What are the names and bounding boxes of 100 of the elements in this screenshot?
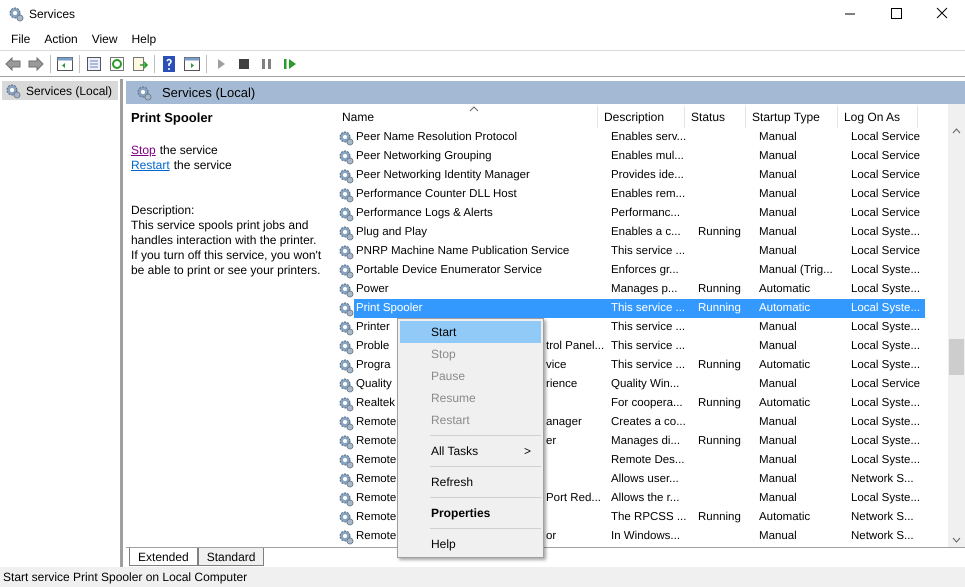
table-cell: Manual <box>759 472 797 485</box>
service-icon <box>338 434 354 450</box>
service-icon <box>338 262 354 278</box>
gear-icon <box>5 82 21 98</box>
column-header[interactable]: Description <box>598 106 685 128</box>
menu-item[interactable]: Refresh <box>400 471 541 493</box>
action-pane-icon[interactable] <box>183 54 201 72</box>
service-icon <box>338 244 354 260</box>
table-cell: Running <box>698 434 741 447</box>
table-row[interactable]: Peer Name Resolution Protocol Enables serv... Manual Local Service <box>354 128 925 147</box>
table-cell: Quality <box>356 378 392 390</box>
table-row[interactable]: Power Manages p... Running Automatic Local Syste... <box>354 280 925 299</box>
menu-item[interactable]: View <box>84 30 124 48</box>
menu-item[interactable]: All Tasks > <box>400 440 541 462</box>
table-cell: Local Syste... <box>851 264 920 276</box>
table-cell: Local Syste... <box>851 492 920 504</box>
table-row[interactable]: Plug and Play Enables a c... Running Manual Local Syste... <box>354 223 925 242</box>
table-cell: Local Syste... <box>851 282 920 295</box>
column-header[interactable]: Startup Type <box>746 106 838 128</box>
table-row[interactable]: Portable Device Enumerator Service Enforces gr... Manual (Trig... Local Syste... <box>354 261 925 280</box>
table-cell: Provides ide... <box>611 168 684 181</box>
table-cell: Peer Networking Grouping <box>356 150 492 162</box>
table-cell: Enables a c... <box>611 226 681 238</box>
menu-item[interactable]: Action <box>37 30 85 48</box>
table-cell: rience <box>546 378 578 390</box>
column-header[interactable]: Status <box>685 106 746 128</box>
service-title: Print Spooler <box>131 110 214 125</box>
table-cell: Manual <box>759 150 797 162</box>
column-header[interactable]: Log On As <box>838 106 918 128</box>
action-text: the service <box>160 143 218 158</box>
description-label: Description: <box>131 203 196 218</box>
table-row[interactable]: Peer Networking Identity Manager Provides ide... Manual Local Service <box>354 166 925 185</box>
table-cell: Network S... <box>851 530 914 542</box>
menu-item[interactable]: Start <box>400 321 541 343</box>
table-cell: Portable Device Enumerator Service <box>356 264 542 276</box>
column-header[interactable]: Name <box>328 106 598 128</box>
table-cell: This service ... <box>611 302 686 314</box>
table-cell: or <box>546 530 556 542</box>
service-action-link[interactable]: Restart <box>131 158 170 173</box>
table-cell: Power <box>356 282 389 295</box>
service-icon <box>338 376 354 392</box>
table-cell: The RPCSS ... <box>611 510 686 523</box>
export-icon[interactable] <box>131 54 149 72</box>
table-cell: This service ... <box>611 320 686 333</box>
menu-item[interactable]: Properties <box>400 502 541 524</box>
menu-item[interactable]: Help <box>400 533 541 555</box>
table-cell: Manual <box>759 320 797 333</box>
table-cell: Local Syste... <box>851 396 920 409</box>
refresh-icon[interactable] <box>108 54 126 72</box>
service-icon <box>338 452 354 468</box>
view-tab[interactable]: Standard <box>198 548 264 566</box>
table-row[interactable]: Performance Counter DLL Host Enables rem... Manual Local Service <box>354 185 925 204</box>
table-cell: Local Syste... <box>851 358 920 371</box>
table-cell: vice <box>546 358 566 371</box>
service-icon <box>338 396 354 412</box>
scrollbar[interactable] <box>948 104 965 547</box>
table-cell: Print Spooler <box>356 302 422 314</box>
tree-item[interactable]: Services (Local) <box>2 81 118 100</box>
properties-icon[interactable] <box>85 54 103 72</box>
table-cell: Quality Win... <box>611 378 680 390</box>
service-icon <box>338 168 354 184</box>
help-icon[interactable] <box>160 54 178 72</box>
table-cell: Automatic <box>759 282 810 295</box>
status-text: Start service Print Spooler on Local Computer <box>3 569 248 586</box>
table-cell: Enables serv... <box>611 130 686 143</box>
scroll-up-icon[interactable] <box>952 128 961 134</box>
table-row[interactable]: Peer Networking Grouping Enables mul... Manual Local Service <box>354 147 925 166</box>
table-row[interactable]: PNRP Machine Name Publication Service This service ... Manual Local Service <box>354 242 925 261</box>
service-icon <box>338 130 354 146</box>
table-cell: Manual <box>759 340 797 352</box>
back-arrow-icon[interactable] <box>4 54 22 72</box>
table-cell: Local Service <box>851 150 920 162</box>
service-icon <box>338 472 354 488</box>
table-cell: Proble <box>356 340 390 352</box>
table-cell: Remote <box>356 530 396 542</box>
table-row[interactable]: Performance Logs & Alerts Performanc... Manual Local Service <box>354 204 925 223</box>
table-cell: Printer <box>356 320 390 333</box>
table-cell: Manual (Trig... <box>759 264 833 276</box>
table-cell: Automatic <box>759 510 810 523</box>
service-icon <box>338 148 354 164</box>
scroll-thumb[interactable] <box>949 339 964 375</box>
service-action-link[interactable]: Stop <box>131 143 156 158</box>
table-cell: Remote <box>356 510 396 523</box>
table-cell: Manual <box>759 416 797 428</box>
menu-item[interactable]: Help <box>124 30 164 48</box>
table-cell: Manual <box>759 226 797 238</box>
gear-icon <box>136 84 152 100</box>
menu-item[interactable]: File <box>4 30 38 48</box>
table-cell: Manual <box>759 454 797 466</box>
action-text: the service <box>174 158 232 173</box>
table-cell: Realtek <box>356 396 395 409</box>
table-cell: Manual <box>759 130 797 143</box>
console-tree-icon[interactable] <box>56 54 74 72</box>
table-cell: Local Syste... <box>851 340 920 352</box>
forward-arrow-icon[interactable] <box>27 54 45 72</box>
table-cell: This service ... <box>611 244 686 257</box>
table-cell: For coopera... <box>611 396 683 409</box>
view-tab[interactable]: Extended <box>129 548 198 566</box>
service-icon <box>338 320 354 336</box>
scroll-down-icon[interactable] <box>952 537 961 543</box>
